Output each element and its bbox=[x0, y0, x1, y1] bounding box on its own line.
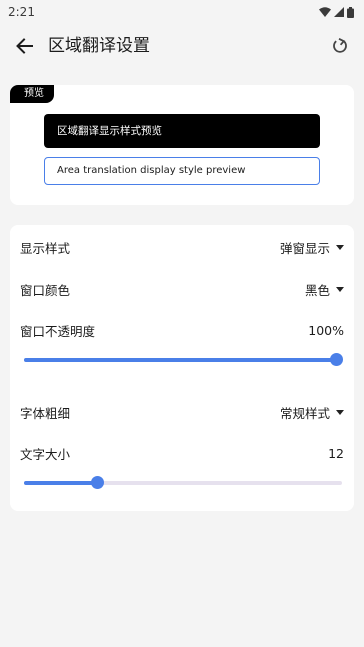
font-weight-label: 字体粗细 bbox=[20, 405, 71, 421]
status-time: 2:21 bbox=[8, 5, 35, 19]
window-color-dropdown[interactable]: 黑色 bbox=[305, 280, 344, 299]
page-title: 区域翻译设置 bbox=[48, 36, 150, 56]
preview-tag: 预览 bbox=[10, 85, 54, 103]
font-size-row: 文字大小 12 bbox=[20, 441, 344, 465]
window-color-value: 黑色 bbox=[304, 282, 330, 298]
reset-button[interactable] bbox=[328, 34, 352, 58]
window-color-label: 窗口颜色 bbox=[20, 282, 71, 298]
arrow-left-icon bbox=[16, 38, 33, 54]
window-color-row[interactable]: 窗口颜色 黑色 bbox=[20, 277, 344, 301]
window-opacity-label: 窗口不透明度 bbox=[20, 323, 96, 339]
preview-card: 预览 区域翻译显示样式预览 Area translation display s… bbox=[10, 85, 354, 205]
display-style-value: 弹窗显示 bbox=[279, 240, 330, 256]
slider-fill bbox=[24, 481, 98, 485]
battery-icon bbox=[347, 6, 354, 18]
window-opacity-slider[interactable] bbox=[24, 352, 343, 368]
dropdown-caret-icon bbox=[336, 409, 344, 415]
font-weight-row[interactable]: 字体粗细 常规样式 bbox=[20, 400, 344, 424]
display-style-row[interactable]: 显示样式 弹窗显示 bbox=[20, 235, 344, 259]
status-icons bbox=[319, 6, 354, 18]
top-app-bar: 区域翻译设置 bbox=[0, 24, 364, 68]
slider-fill bbox=[24, 358, 336, 362]
preview-light-box: Area translation display style preview bbox=[44, 157, 320, 185]
window-opacity-row: 窗口不透明度 100% bbox=[20, 318, 344, 342]
refresh-icon bbox=[333, 37, 347, 53]
back-button[interactable] bbox=[12, 34, 36, 58]
font-size-value: 12 bbox=[328, 445, 344, 461]
font-weight-dropdown[interactable]: 常规样式 bbox=[280, 403, 344, 422]
wifi-icon bbox=[319, 7, 331, 17]
font-size-label: 文字大小 bbox=[20, 446, 71, 462]
display-style-dropdown[interactable]: 弹窗显示 bbox=[280, 238, 344, 257]
preview-dark-box: 区域翻译显示样式预览 bbox=[44, 114, 320, 148]
settings-card: 显示样式 弹窗显示 窗口颜色 黑色 窗口不透明度 100% 字体粗细 常规样式 … bbox=[10, 225, 354, 511]
slider-thumb[interactable] bbox=[91, 476, 105, 489]
status-bar: 2:21 bbox=[0, 0, 364, 24]
dropdown-caret-icon bbox=[336, 244, 344, 250]
dropdown-caret-icon bbox=[336, 286, 344, 292]
signal-icon bbox=[334, 7, 344, 17]
font-weight-value: 常规样式 bbox=[279, 405, 330, 421]
slider-thumb[interactable] bbox=[330, 353, 343, 366]
display-style-label: 显示样式 bbox=[20, 240, 71, 256]
window-opacity-value: 100% bbox=[308, 322, 344, 338]
font-size-slider[interactable] bbox=[24, 475, 342, 491]
